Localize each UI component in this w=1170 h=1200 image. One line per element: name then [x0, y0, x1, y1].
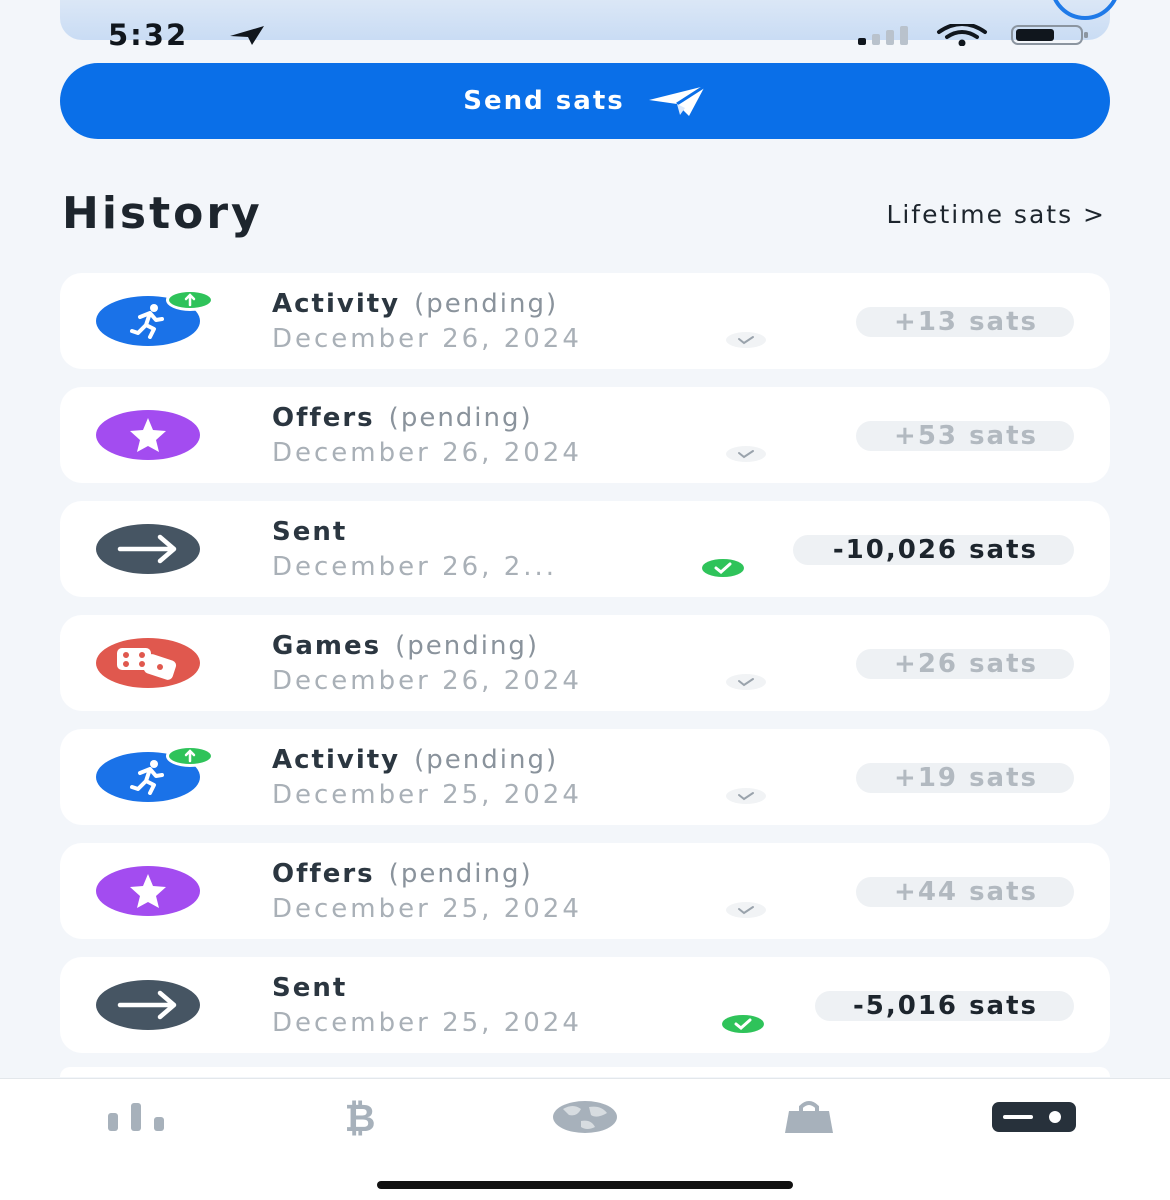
games-category-icon — [96, 638, 200, 688]
row-date: December 25, 2024 — [272, 1008, 582, 1038]
lifetime-sats-link[interactable]: Lifetime sats > — [886, 200, 1106, 229]
bar-chart-icon — [108, 1103, 164, 1131]
shopping-bag-icon — [785, 1101, 833, 1133]
status-icons — [856, 24, 1090, 46]
history-row-games[interactable]: Games (pending) December 26, 2024 +26 sat… — [60, 615, 1110, 711]
pending-check-icon — [726, 788, 766, 804]
row-name: Games — [272, 631, 382, 661]
status-bar: 5:32 — [60, 0, 1120, 52]
row-date: December 26, 2024 — [272, 324, 582, 354]
history-row-sent[interactable]: Sent December 26, 2... -10,026 sats — [60, 501, 1110, 597]
history-title: History — [62, 188, 263, 239]
row-title: Activity (pending) — [272, 743, 582, 777]
offers-category-icon — [96, 410, 200, 460]
history-row-activity[interactable]: Activity (pending) December 25, 2024 +19 … — [60, 729, 1110, 825]
pending-check-icon — [726, 674, 766, 690]
history-row-partial — [60, 1067, 1110, 1077]
row-amount: -10,026 sats — [792, 535, 1074, 565]
row-date: December 25, 2024 — [272, 894, 582, 924]
dice-icon — [117, 648, 177, 680]
row-date: December 26, 2... — [272, 552, 558, 582]
row-date: December 26, 2024 — [272, 666, 582, 696]
cellular-signal-icon — [858, 26, 908, 45]
arrow-right-icon — [117, 990, 177, 1020]
star-icon — [130, 418, 166, 452]
status-time: 5:32 — [108, 18, 189, 52]
location-arrow-icon — [230, 26, 264, 45]
row-title: Activity (pending) — [272, 287, 582, 321]
running-person-icon — [130, 760, 164, 795]
row-amount: +13 sats — [856, 307, 1074, 337]
row-amount: +44 sats — [856, 877, 1074, 907]
pending-check-icon — [726, 902, 766, 918]
tab-shop[interactable] — [782, 1097, 836, 1137]
row-date: December 26, 2024 — [272, 438, 582, 468]
row-status: (pending) — [414, 745, 559, 775]
row-amount: +53 sats — [856, 421, 1074, 451]
wifi-icon — [937, 24, 987, 46]
history-row-offers[interactable]: Offers (pending) December 25, 2024 +44 sa… — [60, 843, 1110, 939]
battery-icon — [1011, 25, 1088, 45]
send-sats-label: Send sats — [463, 86, 625, 116]
history-row-sent[interactable]: Sent December 25, 2024 -5,016 sats — [60, 957, 1110, 1053]
row-name: Activity — [272, 745, 401, 775]
running-person-icon — [130, 304, 164, 339]
row-status: (pending) — [388, 859, 533, 889]
pending-check-icon — [726, 446, 766, 462]
row-name: Offers — [272, 403, 375, 433]
tab-bitcoin[interactable]: ₿ — [330, 1097, 390, 1137]
upload-badge-icon — [166, 745, 214, 767]
row-title: Sent — [272, 515, 557, 549]
row-name: Sent — [272, 517, 348, 547]
row-title: Games (pending) — [272, 629, 582, 663]
row-amount: +26 sats — [856, 649, 1074, 679]
history-list: Activity (pending) December 26, 2024 +13 … — [60, 273, 1110, 1077]
row-title: Offers (pending) — [272, 857, 582, 891]
send-sats-button[interactable]: Send sats — [60, 63, 1110, 139]
star-icon — [130, 874, 166, 908]
row-name: Sent — [272, 973, 348, 1003]
wallet-card-icon — [992, 1102, 1076, 1132]
row-name: Offers — [272, 859, 375, 889]
arrow-right-icon — [117, 534, 177, 564]
home-indicator — [377, 1181, 793, 1189]
upload-badge-icon — [166, 289, 214, 311]
row-date: December 25, 2024 — [272, 780, 582, 810]
row-status: (pending) — [414, 289, 559, 319]
confirmed-check-icon — [722, 1015, 764, 1033]
row-status: (pending) — [395, 631, 540, 661]
offers-category-icon — [96, 866, 200, 916]
paper-plane-icon — [648, 84, 706, 116]
history-row-activity[interactable]: Activity (pending) December 26, 2024 +13 … — [60, 273, 1110, 369]
row-title: Offers (pending) — [272, 401, 582, 435]
svg-text:₿: ₿ — [345, 1097, 376, 1137]
row-amount: -5,016 sats — [814, 991, 1074, 1021]
pending-check-icon — [726, 332, 766, 348]
sent-category-icon — [96, 980, 200, 1030]
tab-wallet[interactable] — [990, 1097, 1078, 1137]
tab-explore[interactable] — [548, 1097, 622, 1137]
profile-ring — [1050, 0, 1120, 20]
confirmed-check-icon — [702, 559, 744, 577]
tab-stats[interactable] — [100, 1097, 172, 1137]
sent-category-icon — [96, 524, 200, 574]
row-title: Sent — [272, 971, 582, 1005]
bitcoin-icon: ₿ — [345, 1097, 376, 1137]
history-row-offers[interactable]: Offers (pending) December 26, 2024 +53 sa… — [60, 387, 1110, 483]
row-status: (pending) — [388, 403, 533, 433]
row-amount: +19 sats — [856, 763, 1074, 793]
row-name: Activity — [272, 289, 401, 319]
globe-icon — [553, 1101, 617, 1133]
